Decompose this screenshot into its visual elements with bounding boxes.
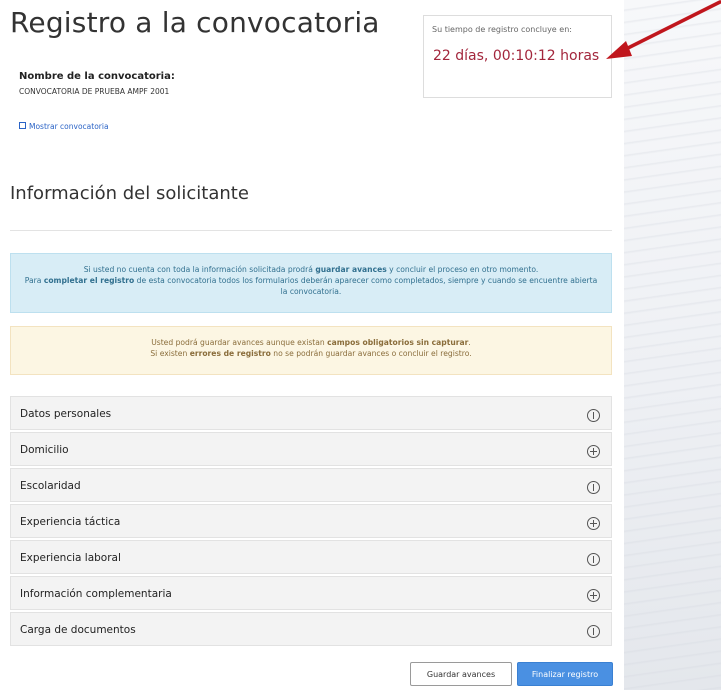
accordion-item-experiencia-laboral[interactable]: Experiencia laboral: [10, 540, 612, 574]
accordion-item-experiencia-tactica[interactable]: Experiencia táctica: [10, 504, 612, 538]
info-alert-bold: guardar avances: [315, 265, 387, 274]
accordion-item-label: Domicilio: [20, 444, 69, 456]
info-alert-text: Si usted no cuenta con toda la informaci…: [83, 265, 316, 274]
accordion-item-label: Datos personales: [20, 408, 112, 420]
convocatoria-label: Nombre de la convocatoria:: [19, 71, 175, 82]
save-progress-button[interactable]: Guardar avances: [410, 662, 512, 686]
info-alert-text: Para: [24, 276, 44, 285]
plus-circle-icon[interactable]: [587, 445, 600, 458]
registration-timer: Su tiempo de registro concluye en: 22 dí…: [423, 15, 612, 98]
show-convocatoria-link[interactable]: Mostrar convocatoria: [19, 122, 109, 131]
accordion-item-carga-de-documentos[interactable]: Carga de documentos: [10, 612, 612, 646]
accordion-item-label: Carga de documentos: [20, 624, 136, 636]
warning-alert-text: Si existen: [150, 349, 190, 358]
info-circle-icon[interactable]: [587, 481, 600, 494]
info-alert-text: de esta convocatoria todos los formulari…: [134, 276, 598, 296]
accordion-item-domicilio[interactable]: Domicilio: [10, 432, 612, 466]
info-alert: Si usted no cuenta con toda la informaci…: [10, 253, 612, 313]
warning-alert-text: .: [468, 338, 471, 347]
side-background: [624, 0, 721, 690]
timer-label: Su tiempo de registro concluye en:: [432, 25, 572, 34]
page-title: Registro a la convocatoria: [10, 6, 380, 39]
warning-alert-bold: campos obligatorios sin capturar: [327, 338, 469, 347]
warning-alert: Usted podrá guardar avances aunque exist…: [10, 326, 612, 375]
plus-circle-icon[interactable]: [587, 517, 600, 530]
plus-circle-icon[interactable]: [587, 589, 600, 602]
info-circle-icon[interactable]: [587, 409, 600, 422]
expand-square-icon: [19, 122, 26, 129]
accordion-item-informacion-complementaria[interactable]: Información complementaria: [10, 576, 612, 610]
warning-alert-text: no se podrán guardar avances o concluir …: [270, 349, 472, 358]
info-alert-bold: completar el registro: [43, 276, 135, 285]
form-sections-accordion: Datos personales Domicilio Escolaridad E…: [10, 396, 612, 648]
warning-alert-text: Usted podrá guardar avances aunque exist…: [151, 338, 328, 347]
finish-registration-button[interactable]: Finalizar registro: [517, 662, 613, 686]
accordion-item-escolaridad[interactable]: Escolaridad: [10, 468, 612, 502]
accordion-item-label: Información complementaria: [20, 588, 172, 600]
show-convocatoria-label: Mostrar convocatoria: [29, 122, 109, 131]
accordion-item-label: Experiencia táctica: [20, 516, 121, 528]
info-circle-icon[interactable]: [587, 553, 600, 566]
convocatoria-name: CONVOCATORIA DE PRUEBA AMPF 2001: [19, 87, 170, 96]
accordion-item-datos-personales[interactable]: Datos personales: [10, 396, 612, 430]
timer-value: 22 días, 00:10:12 horas: [433, 48, 600, 64]
section-title: Información del solicitante: [10, 183, 249, 204]
red-arrow-icon: [606, 0, 721, 59]
info-alert-text: y concluir el proceso en otro momento.: [386, 265, 539, 274]
info-circle-icon[interactable]: [587, 625, 600, 638]
accordion-item-label: Experiencia laboral: [20, 552, 121, 564]
section-divider: [10, 230, 612, 231]
warning-alert-bold: errores de registro: [189, 349, 271, 358]
accordion-item-label: Escolaridad: [20, 480, 81, 492]
